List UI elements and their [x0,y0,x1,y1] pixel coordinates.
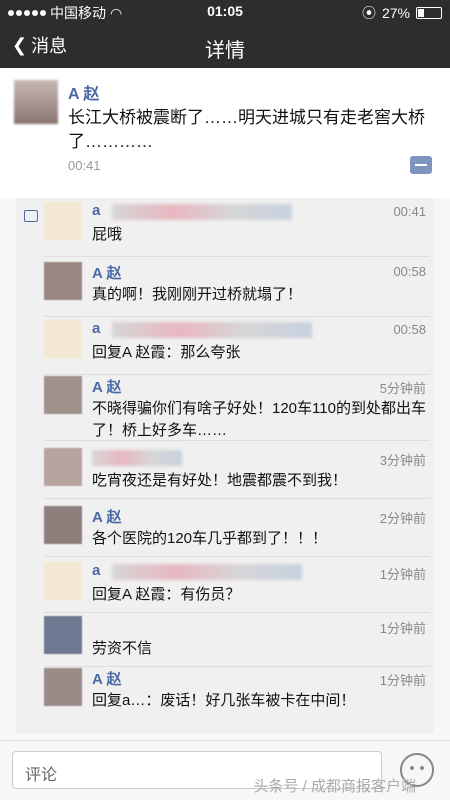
blurred-name [112,322,312,338]
comment-text: 劳资不信 [92,640,153,657]
comment-time: 1分钟前 [379,567,426,582]
divider [44,256,430,257]
blurred-name [112,564,302,580]
list-item[interactable]: a 00:58 回复A 赵霞：那么夸张 [44,320,430,370]
comment-text: 回复A 赵霞：有伤员？ [92,586,241,603]
status-bar: 中国移动 ◠ 01:05 ⦿ 27% [0,0,450,22]
rotation-lock-icon: ⦿ [361,5,376,21]
list-item[interactable]: 1分钟前 劳资不信 [44,616,430,662]
list-item[interactable]: A 赵 1分钟前 回复a…：废话！好几张车被卡在中间！ [44,668,430,728]
divider [44,498,430,499]
battery-percent: 27% [381,5,410,21]
battery-icon [416,7,442,19]
divider [44,612,430,613]
post-card: A 赵 长江大桥被震断了……明天进城只有走老窖大桥了………… 00:41 [0,68,450,198]
comment-text: 屁哦 [92,226,123,243]
comment-text: 不晓得骗你们有啥子好处！120车110的到处都出车了！桥上好多车…… [92,400,426,439]
list-item[interactable]: A 赵 00:58 真的啊！我刚刚开过桥就塌了！ [44,262,430,314]
comment-list: a 00:41 屁哦 A 赵 00:58 真的啊！我刚刚开过桥就塌了！ a 00… [16,198,434,733]
comment-time: 00:58 [393,264,426,279]
comment-text: 各个医院的120车几乎都到了！！！ [92,530,328,547]
avatar[interactable] [44,506,82,544]
comment-time: 5分钟前 [379,381,426,396]
list-item[interactable]: A 赵 5分钟前 不晓得骗你们有啥子好处！120车110的到处都出车了！桥上好多… [44,376,430,446]
page-title: 详情 [205,40,245,62]
comment-author[interactable]: A 赵 [92,506,121,527]
list-item[interactable]: 3分钟前 吃宵夜还是有好处！地震都震不到我！ [44,448,430,496]
comment-time: 1分钟前 [379,621,426,636]
comment-author[interactable]: a [92,562,100,579]
avatar[interactable] [44,616,82,654]
post-author[interactable]: A 赵 [68,80,99,104]
divider [44,316,430,317]
comment-icon [24,210,38,222]
comment-time: 2分钟前 [379,511,426,526]
divider [44,440,430,441]
comment-author[interactable]: a [92,202,100,219]
comment-author[interactable]: A 赵 [92,262,121,283]
status-right: ⦿ 27% [362,3,442,23]
avatar[interactable] [44,376,82,414]
blurred-name [112,204,292,220]
divider [44,556,430,557]
avatar[interactable] [44,668,82,706]
comment-bar: 评论 头条号 / 成都商报客户端 [0,740,450,800]
comment-time: 1分钟前 [379,673,426,688]
blurred-name [92,450,182,466]
divider [44,666,430,667]
avatar[interactable] [44,562,82,600]
comment-text: 真的啊！我刚刚开过桥就塌了！ [92,286,303,303]
avatar[interactable] [44,262,82,300]
avatar[interactable] [44,320,82,358]
nav-bar: ❮ 消息 详情 [0,22,450,68]
comment-time: 3分钟前 [379,453,426,468]
comment-time: 00:58 [393,322,426,337]
comment-author[interactable]: A 赵 [92,668,121,689]
avatar[interactable] [44,448,82,486]
list-item[interactable]: a 00:41 屁哦 [44,202,430,252]
list-item[interactable]: A 赵 2分钟前 各个医院的120车几乎都到了！！！ [44,506,430,554]
comment-button[interactable] [410,156,432,174]
post-time: 00:41 [68,158,101,173]
comment-author[interactable]: a [92,320,100,337]
comment-author[interactable]: A 赵 [92,376,121,397]
watermark: 头条号 / 成都商报客户端 [253,778,416,795]
comment-text: 回复A 赵霞：那么夸张 [92,344,241,361]
comment-text: 回复a…：废话！好几张车被卡在中间！ [92,692,356,709]
comment-time: 00:41 [393,204,426,219]
comment-text: 吃宵夜还是有好处！地震都震不到我！ [92,472,348,489]
divider [44,374,430,375]
avatar[interactable] [14,80,58,124]
avatar[interactable] [44,202,82,240]
post-text: 长江大桥被震断了……明天进城只有走老窖大桥了………… [68,108,425,151]
list-item[interactable]: a 1分钟前 回复A 赵霞：有伤员？ [44,562,430,610]
